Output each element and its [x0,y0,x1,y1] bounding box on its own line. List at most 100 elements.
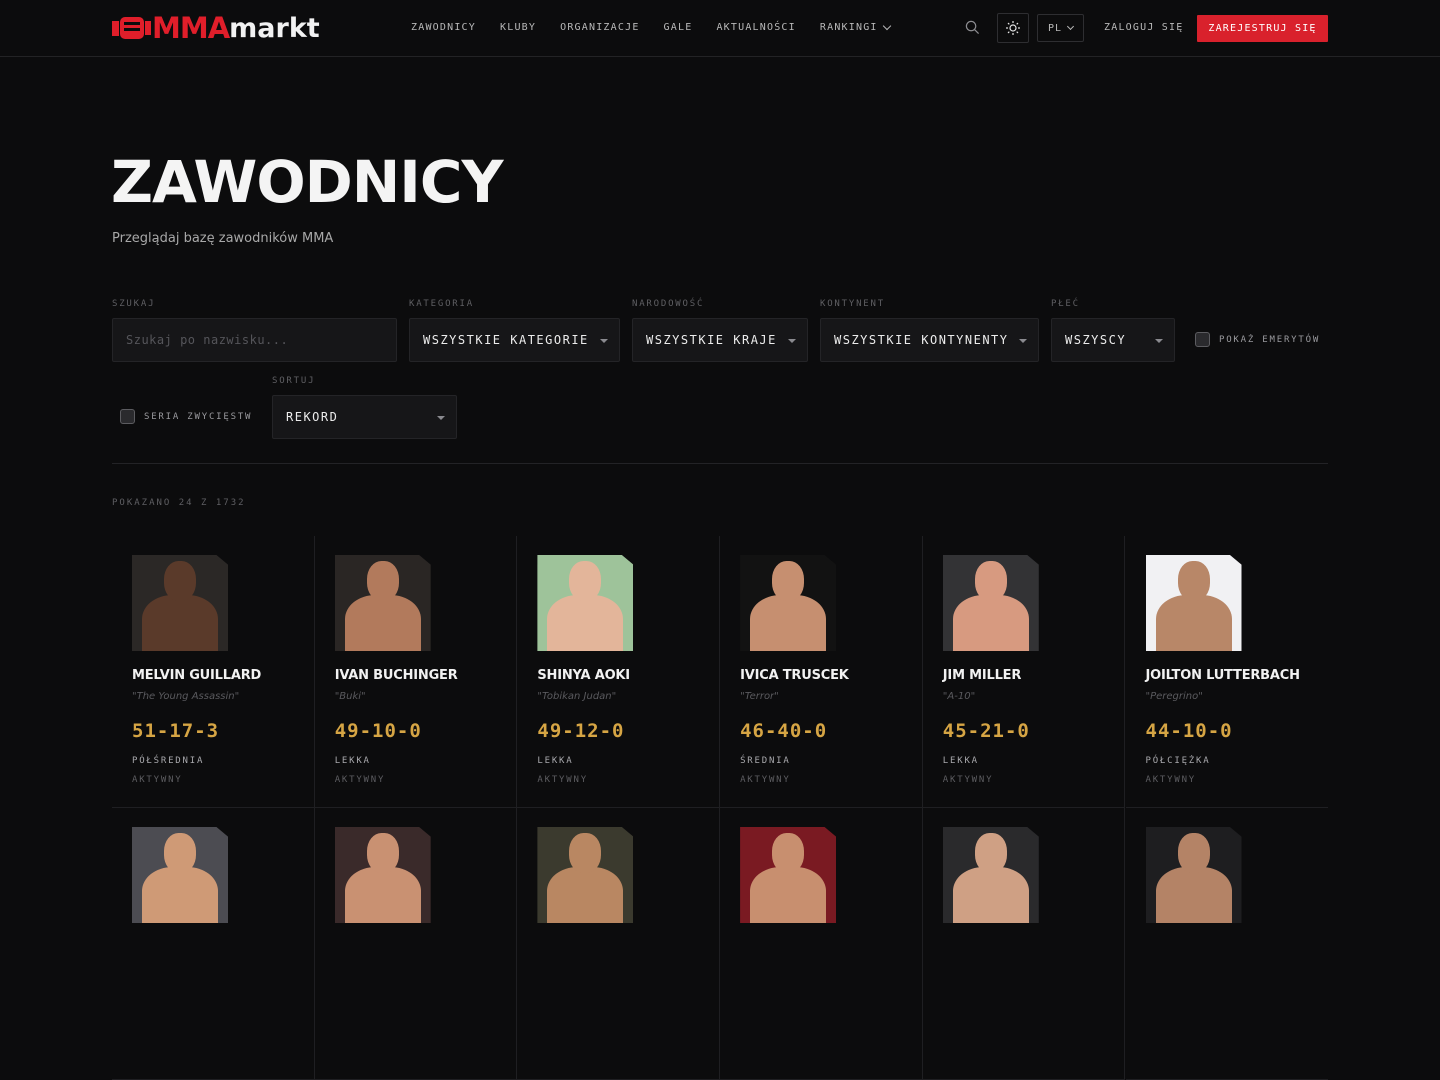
caret-down-icon [600,339,608,343]
fighter-photo-head [366,833,399,873]
fighter-weight-class: ŚREDNIA [740,756,791,766]
fighter-photo[interactable] [1145,555,1242,651]
continent-label: KONTYNENT [820,299,885,309]
fighter-name[interactable]: JIM MILLER [943,668,1022,683]
login-link[interactable]: ZALOGUJ SIĘ [1104,22,1183,33]
fighter-name[interactable]: IVAN BUCHINGER [335,668,458,683]
nav-item-rankingi[interactable]: RANKINGI [819,21,891,33]
fighter-status: AKTYWNY [942,775,994,785]
nationality-value: WSZYSTKIE KRAJE [646,333,777,347]
search-input[interactable] [126,333,396,347]
fighter-card[interactable]: JOILTON LUTTERBACH "Peregrino" 44-10-0 PÓŁC… [1125,536,1329,808]
fighter-photo-head [1177,561,1210,601]
register-button[interactable]: ZAREJESTRUJ SIĘ [1197,15,1328,42]
fighter-card[interactable] [314,808,518,1080]
fighter-nickname: "Buki" [334,691,366,702]
nationality-select[interactable]: WSZYSTKIE KRAJE [632,318,808,362]
fighter-photo-head [974,561,1007,601]
nav-item-organizacje[interactable]: ORGANIZACJE [560,22,639,33]
fighter-photo[interactable] [1145,827,1242,923]
search-field [112,318,397,362]
category-select[interactable]: WSZYSTKIE KATEGORIE [409,318,620,362]
fighter-name[interactable]: SHINYA AOKI [537,668,630,683]
fighter-record: 49-10-0 [334,720,422,742]
fighter-nickname: "Tobikan Judan" [537,691,617,702]
fighter-weight-class: LEKKA [334,756,371,766]
checkbox-box[interactable] [120,409,135,424]
fighter-photo-body [1155,595,1232,651]
sort-value: REKORD [286,410,339,424]
fighter-record: 44-10-0 [1145,720,1233,742]
chevron-down-icon [1066,22,1075,31]
nav-item-aktualnosci[interactable]: AKTUALNOŚCI [716,22,795,33]
top-navigation-bar: MMA markt ZAWODNICY KLUBY ORGANIZACJE GA… [0,0,1440,57]
fighter-photo[interactable] [132,555,228,651]
fighter-weight-class: PÓŁŚREDNIA [132,756,205,766]
fighter-photo[interactable] [334,827,431,923]
language-value: PL [1047,22,1063,34]
nav-item-gale[interactable]: GALE [664,22,693,33]
fighter-card[interactable]: SHINYA AOKI "Tobikan Judan" 49-12-0 LEKKA AK… [517,536,721,808]
fighter-photo-body [750,595,827,651]
category-value: WSZYSTKIE KATEGORIE [423,333,589,347]
caret-down-icon [1019,339,1027,343]
fighter-photo[interactable] [740,827,837,923]
fighter-card[interactable]: IVICA TRUSCEK "Terror" 46-40-0 ŚREDNIA AKTYW… [720,536,923,808]
glove-logo-icon [112,17,151,39]
fighter-card[interactable] [1125,808,1329,1080]
sun-icon [1006,21,1020,35]
fighter-card[interactable]: JIM MILLER "A-10" 45-21-0 LEKKA AKTYWNY [922,536,1126,808]
fighter-card[interactable] [922,808,1126,1080]
filters-divider [112,463,1328,464]
fighter-photo-body [1155,867,1232,923]
fighter-photo-head [164,833,196,873]
logo-text-secondary: markt [229,12,320,44]
fighter-photo[interactable] [942,827,1039,923]
fighter-photo[interactable] [942,555,1039,651]
show-retired-checkbox[interactable]: POKAŻ EMERYTÓW [1195,332,1320,347]
win-streak-checkbox[interactable]: SERIA ZWYCIĘSTW [120,409,252,424]
caret-down-icon [1155,339,1163,343]
sort-select[interactable]: REKORD [272,395,457,439]
fighter-name[interactable]: IVICA TRUSCEK [740,668,849,683]
nav-item-zawodnicy[interactable]: ZAWODNICY [411,22,476,33]
continent-value: WSZYSTKIE KONTYNENTY [834,333,1009,347]
site-logo[interactable]: MMA markt [112,11,320,45]
theme-toggle-button[interactable] [997,13,1029,43]
checkbox-box[interactable] [1195,332,1210,347]
gender-select[interactable]: WSZYSCY [1051,318,1175,362]
fighter-status: AKTYWNY [1145,775,1197,785]
language-select[interactable]: PL [1037,14,1084,42]
search-icon[interactable] [965,20,980,35]
fighter-card[interactable]: IVAN BUCHINGER "Buki" 49-10-0 LEKKA AKTYWNY [314,536,518,808]
continent-select[interactable]: WSZYSTKIE KONTYNENTY [820,318,1039,362]
fighter-photo[interactable] [537,555,634,651]
fighter-photo[interactable] [740,555,837,651]
nav-item-rankingi-label: RANKINGI [819,22,878,33]
fighter-card[interactable] [720,808,923,1080]
fighter-card[interactable] [112,808,315,1080]
fighter-photo[interactable] [537,827,634,923]
fighter-nickname: "The Young Assassin" [132,691,240,702]
fighter-nickname: "Peregrino" [1145,691,1203,702]
fighter-photo[interactable] [334,555,431,651]
fighter-name[interactable]: MELVIN GUILLARD [132,668,261,683]
main-nav: ZAWODNICY KLUBY ORGANIZACJE GALE AKTUALN… [411,21,914,33]
fighter-photo-body [344,595,421,651]
fighter-nickname: "A-10" [942,691,976,702]
fighter-photo[interactable] [132,827,228,923]
fighter-name[interactable]: JOILTON LUTTERBACH [1146,668,1300,683]
fighter-photo-body [952,867,1029,923]
fighter-photo-head [569,833,602,873]
fighter-status: AKTYWNY [132,775,183,785]
nav-item-kluby[interactable]: KLUBY [500,22,536,33]
fighter-status: AKTYWNY [537,775,588,785]
fighter-card[interactable] [517,808,721,1080]
fighter-photo-body [547,595,624,651]
page-title: ZAWODNICY [111,148,503,216]
fighter-photo-body [952,595,1029,651]
results-count: POKAZANO 24 Z 1732 [112,498,246,508]
chevron-down-icon [882,21,891,31]
fighter-card[interactable]: MELVIN GUILLARD "The Young Assassin" 51-17… [112,536,315,808]
search-label: SZUKAJ [112,299,156,309]
